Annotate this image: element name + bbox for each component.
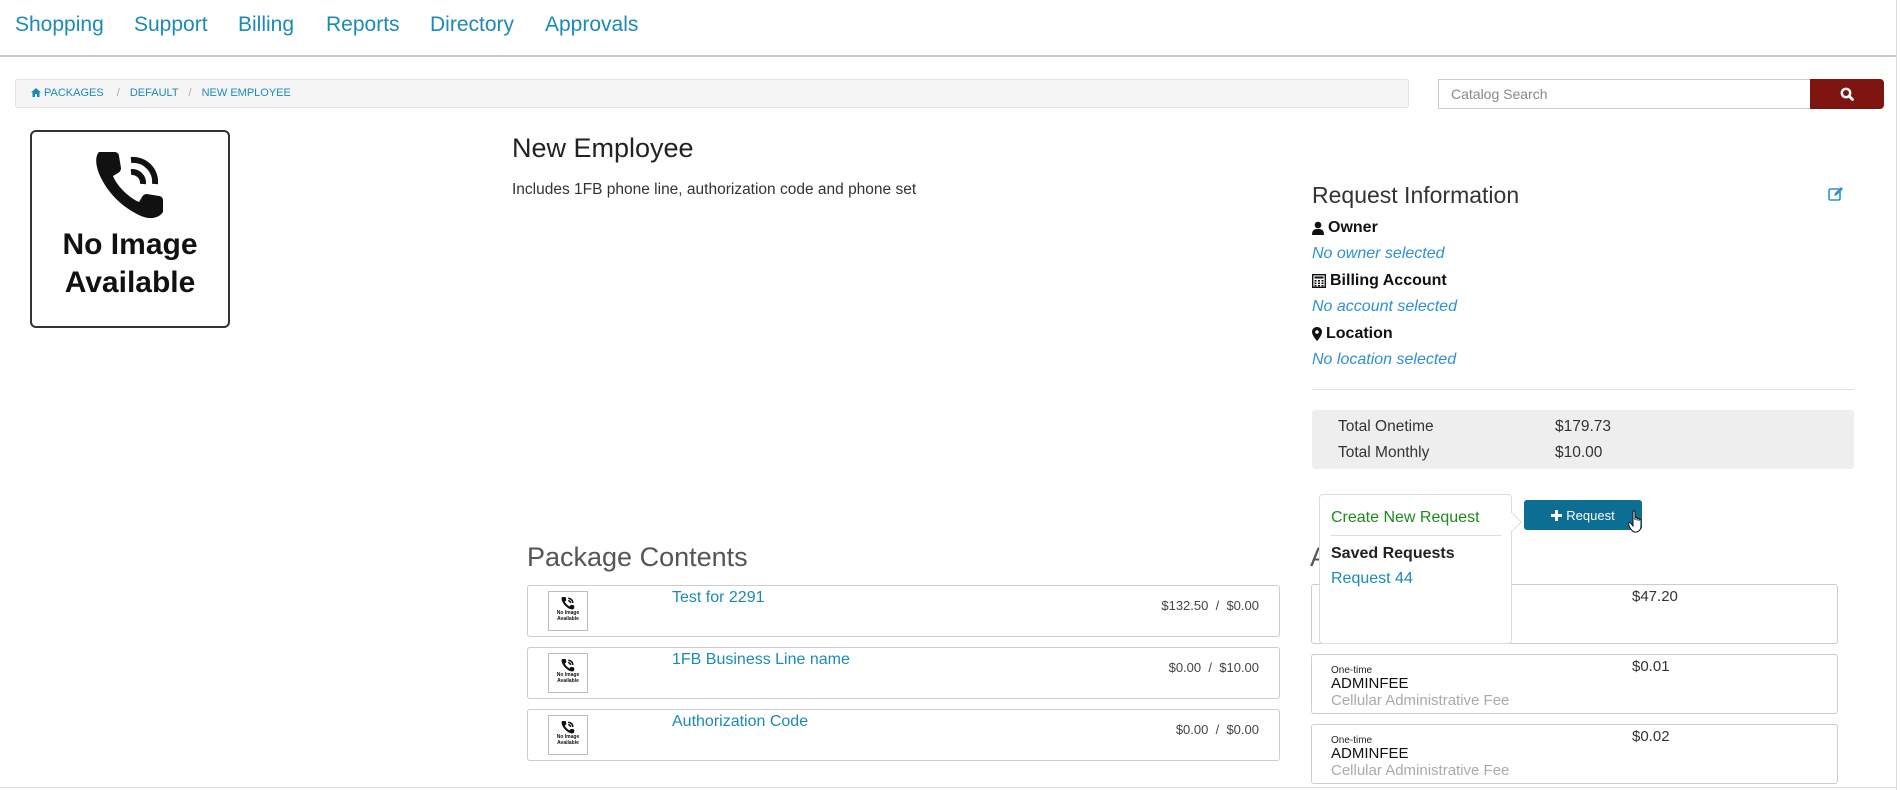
package-item: No Image Available 1FB Business Line nam… [527,647,1280,699]
owner-value[interactable]: No owner selected [1312,245,1445,263]
fee-item: One-time ADMINFEE Cellular Administrativ… [1311,724,1838,784]
request-popover: Create New Request Saved Requests Reques… [1319,494,1522,644]
price-onetime: $132.50 [1161,598,1209,613]
product-image: No Image Available [30,130,230,328]
total-monthly-label: Total Monthly [1338,444,1430,461]
package-item-name[interactable]: 1FB Business Line name [672,651,850,669]
popover-arrow [1502,512,1522,532]
home-icon [31,88,41,97]
billing-account-label-text: Billing Account [1330,272,1447,289]
total-monthly-value: $10.00 [1555,444,1603,461]
phone-icon [561,720,575,734]
scrollbar-edge [1896,0,1897,790]
price-onetime: $0.00 [1175,722,1209,737]
search-icon [1840,87,1854,101]
breadcrumb-new-employee[interactable]: NEW EMPLOYEE [202,87,291,99]
package-item: No Image Available Test for 2291 $132.50… [527,585,1280,637]
package-item: No Image Available Authorization Code $0… [527,709,1280,761]
nav-reports[interactable]: Reports [326,13,400,37]
fee-item: One-time ADMINFEE Cellular Administrativ… [1311,654,1838,714]
page-title: New Employee [512,133,694,163]
nav-approvals[interactable]: Approvals [545,13,638,37]
price-onetime: $0.00 [1168,660,1202,675]
plus-icon [1551,509,1563,521]
saved-request-item[interactable]: Request 44 [1331,570,1413,588]
request-button[interactable]: Request [1524,500,1642,530]
phone-icon [561,658,575,672]
divider [1312,389,1854,390]
phone-icon [561,596,575,610]
owner-label: Owner [1312,219,1378,237]
phone-icon [96,152,163,219]
breadcrumb-default[interactable]: DEFAULT [130,87,179,99]
total-onetime-label: Total Onetime [1338,418,1434,435]
user-icon [1312,221,1324,235]
package-item-thumbnail: No Image Available [548,653,588,693]
price-monthly: $0.00 [1226,722,1259,737]
location-label: Location [1312,325,1393,343]
catalog-search-input[interactable] [1438,79,1810,109]
package-contents-heading: Package Contents [527,542,748,572]
saved-requests-heading: Saved Requests [1331,545,1455,562]
total-onetime-value: $179.73 [1555,418,1612,435]
bottom-border [0,787,1896,788]
billing-account-label: Billing Account [1312,272,1447,290]
fee-amount: $0.02 [1632,728,1670,745]
fee-amount: $0.01 [1632,658,1670,675]
search-button[interactable] [1810,79,1884,109]
package-item-thumbnail: No Image Available [548,591,588,631]
package-item-name[interactable]: Authorization Code [672,713,808,731]
package-item-price: $0.00 / $10.00 [1169,660,1259,675]
no-image-line2: Available [64,266,196,299]
map-marker-icon [1312,327,1322,341]
price-separator: / [1215,598,1220,613]
breadcrumb-packages[interactable]: PACKAGES [31,87,107,99]
price-separator: / [1208,660,1212,675]
location-label-text: Location [1326,325,1393,342]
nav-shopping[interactable]: Shopping [15,13,104,37]
breadcrumb-separator: / [116,87,120,99]
package-item-name[interactable]: Test for 2291 [672,589,765,607]
price-monthly: $0.00 [1226,598,1259,613]
popover-divider [1331,535,1501,536]
fee-code: ADMINFEE [1331,675,1409,692]
thumb-text: Available [557,740,579,746]
package-item-thumbnail: No Image Available [548,715,588,755]
totals-panel: Total Onetime $179.73 Total Monthly $10.… [1312,410,1854,469]
hand-cursor-icon [1628,510,1642,533]
request-button-label: Request [1566,507,1615,523]
owner-label-text: Owner [1328,219,1378,236]
breadcrumb-separator: / [188,87,192,99]
thumb-text: Available [557,678,579,684]
breadcrumb: PACKAGES / DEFAULT / NEW EMPLOYEE [15,79,1409,108]
package-item-price: $132.50 / $0.00 [1161,598,1259,613]
no-image-text: No Image Available [62,226,197,302]
request-info-title: Request Information [1312,182,1520,208]
package-item-price: $0.00 / $0.00 [1176,722,1259,737]
price-separator: / [1215,722,1220,737]
edit-icon[interactable] [1828,186,1844,201]
thumb-text: Available [557,616,579,622]
nav-billing[interactable]: Billing [238,13,294,37]
product-description: Includes 1FB phone line, authorization c… [512,181,917,198]
top-nav: Shopping Support Billing Reports Directo… [0,0,1896,57]
nav-directory[interactable]: Directory [430,13,514,37]
location-value[interactable]: No location selected [1312,351,1456,369]
fee-description: Cellular Administrative Fee [1331,692,1510,709]
no-image-line1: No Image [62,228,198,261]
fee-code: ADMINFEE [1331,745,1409,762]
price-monthly: $10.00 [1219,660,1259,675]
create-new-request-link[interactable]: Create New Request [1331,509,1480,527]
nav-support[interactable]: Support [134,13,208,37]
breadcrumb-packages-label: PACKAGES [44,87,104,99]
billing-account-value[interactable]: No account selected [1312,298,1457,316]
fee-description: Cellular Administrative Fee [1331,762,1510,779]
fee-amount: $47.20 [1632,588,1678,605]
calculator-icon [1312,274,1326,288]
